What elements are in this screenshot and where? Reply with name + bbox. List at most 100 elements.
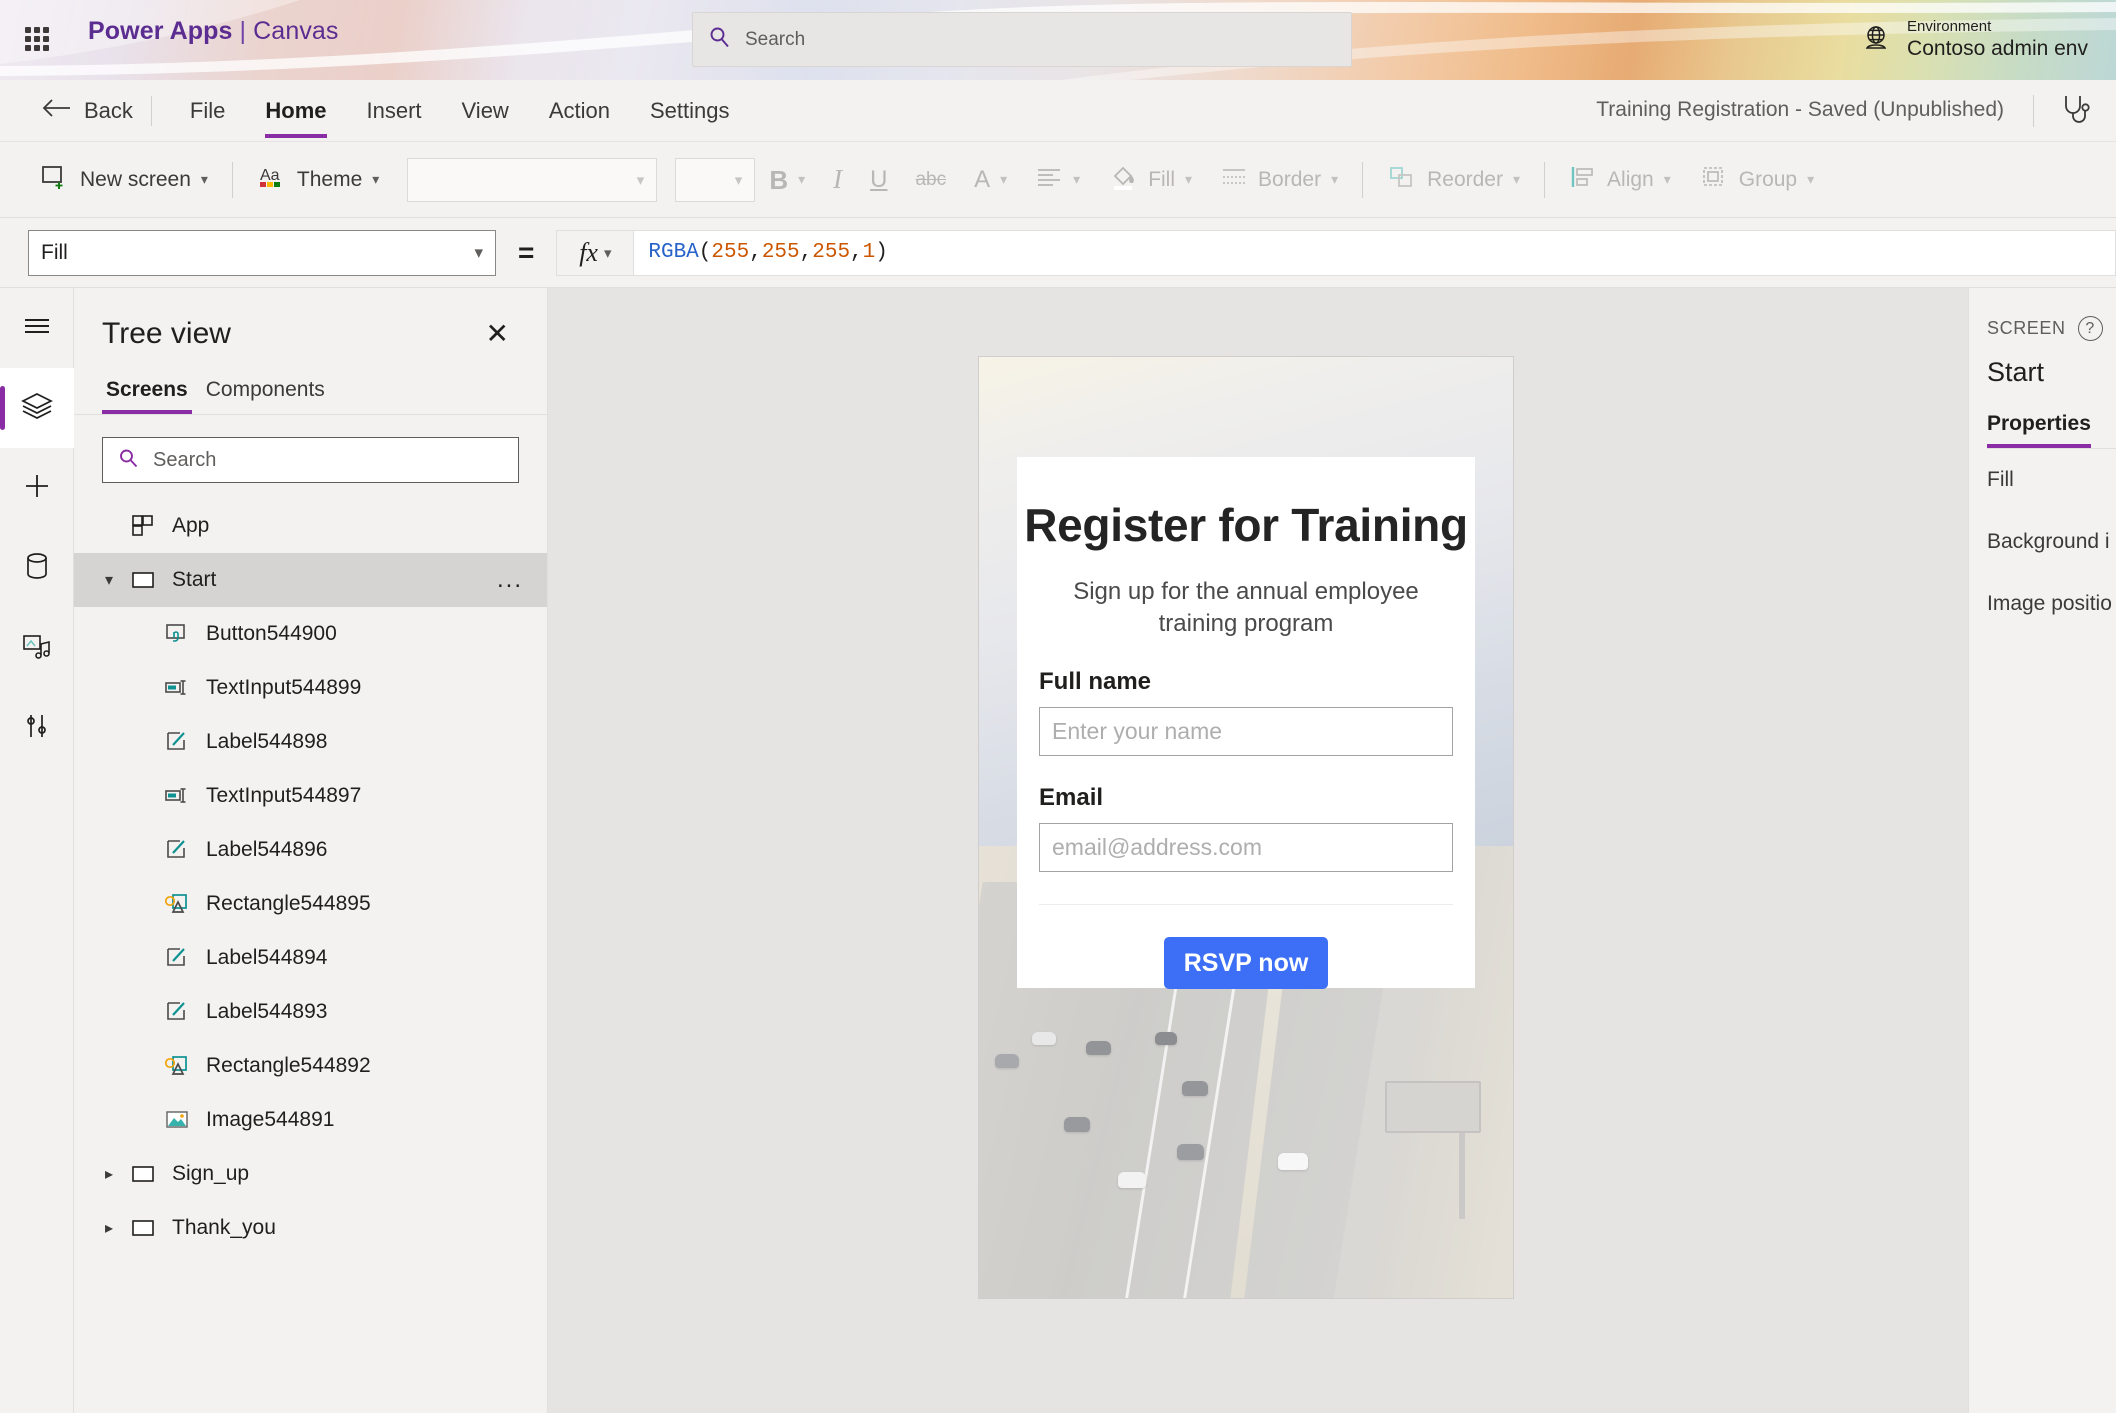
rail-item-media[interactable] xyxy=(0,608,74,688)
rail-item-insert[interactable] xyxy=(0,448,74,528)
app-launcher-icon[interactable] xyxy=(18,20,56,58)
tree-node-rectangle544892[interactable]: Rectangle544892 xyxy=(74,1039,547,1093)
group-button[interactable]: Group ▾ xyxy=(1685,154,1828,206)
brand-title[interactable]: Power Apps | Canvas xyxy=(88,17,339,46)
full-name-field[interactable] xyxy=(1039,707,1453,757)
tab-screens[interactable]: Screens xyxy=(102,374,192,414)
email-field[interactable] xyxy=(1039,823,1453,873)
menu-item-action[interactable]: Action xyxy=(533,92,626,130)
formula-arg-alpha: 1 xyxy=(862,241,876,264)
close-icon[interactable]: ✕ xyxy=(478,316,517,352)
tree-node-button544900[interactable]: Button544900 xyxy=(74,607,547,661)
bold-button[interactable]: B ▾ xyxy=(755,154,819,206)
chevron-down-icon[interactable]: ▾ xyxy=(92,570,126,590)
chevron-down-icon: ▾ xyxy=(798,171,806,187)
border-icon xyxy=(1220,166,1248,193)
menu-item-file[interactable]: File xyxy=(174,92,241,130)
font-family-select[interactable]: ▾ xyxy=(407,157,658,202)
email-input[interactable] xyxy=(1052,834,1440,862)
property-select[interactable]: Fill ▾ xyxy=(28,229,496,276)
tree-node-image544891[interactable]: Image544891 xyxy=(74,1093,547,1147)
registration-card: Register for Training Sign up for the an… xyxy=(1017,457,1475,990)
text-input-control-icon xyxy=(160,675,194,701)
shape-rectangle-icon xyxy=(160,891,194,917)
rail-item-variables[interactable] xyxy=(0,688,74,768)
waffle-dot xyxy=(34,36,40,42)
tree-node-label: TextInput544899 xyxy=(206,676,362,699)
tab-components[interactable]: Components xyxy=(202,374,329,414)
equals-sign: = xyxy=(518,236,535,268)
reorder-icon xyxy=(1387,164,1417,195)
font-color-button[interactable]: A ▾ xyxy=(960,154,1021,206)
formula-separator: , xyxy=(799,241,813,264)
formula-input[interactable]: RGBA(255, 255, 255, 1) xyxy=(634,229,2116,276)
environment-selector[interactable]: Environment Contoso admin env xyxy=(1849,10,2098,70)
fx-expand-button[interactable]: fx ▾ xyxy=(556,229,635,276)
chevron-right-icon[interactable]: ▸ xyxy=(92,1218,126,1238)
tree-search-input[interactable] xyxy=(153,448,504,472)
tree-node-label544896[interactable]: Label544896 xyxy=(74,823,547,877)
menu-item-home[interactable]: Home xyxy=(249,92,342,138)
rail-item-menu-hamburger[interactable] xyxy=(0,288,74,368)
tab-properties[interactable]: Properties xyxy=(1987,412,2091,448)
reorder-button[interactable]: Reorder ▾ xyxy=(1373,154,1534,206)
chevron-down-icon: ▾ xyxy=(200,171,208,187)
database-cylinder-icon xyxy=(22,550,52,587)
app-canvas-area: Register for Training Sign up for the an… xyxy=(548,288,1968,1413)
tree-node-label544898[interactable]: Label544898 xyxy=(74,715,547,769)
tree-node-textinput544899[interactable]: TextInput544899 xyxy=(74,661,547,715)
font-size-select[interactable]: ▾ xyxy=(675,157,756,202)
property-row-image-position[interactable]: Image positio xyxy=(1987,573,2116,635)
rail-item-data[interactable] xyxy=(0,528,74,608)
strikethrough-button[interactable]: abc xyxy=(901,154,960,206)
tree-search-box[interactable] xyxy=(102,437,519,483)
global-search-input[interactable] xyxy=(745,28,1337,51)
theme-button[interactable]: Aa Theme ▾ xyxy=(243,154,393,206)
align-objects-button[interactable]: Align ▾ xyxy=(1555,154,1685,206)
align-objects-icon xyxy=(1569,164,1597,195)
tree-node-label: Image544891 xyxy=(206,1108,335,1131)
waffle-dot xyxy=(34,45,40,51)
back-button[interactable]: Back xyxy=(42,97,133,125)
rail-item-tree-view[interactable] xyxy=(0,368,74,448)
full-name-input[interactable] xyxy=(1052,718,1440,746)
italic-button[interactable]: I xyxy=(819,154,856,206)
border-button[interactable]: Border ▾ xyxy=(1206,154,1352,206)
tree-node-label544893[interactable]: Label544893 xyxy=(74,985,547,1039)
new-screen-button[interactable]: New screen ▾ xyxy=(26,154,222,206)
formula-function-name: RGBA xyxy=(648,241,699,264)
property-row-fill[interactable]: Fill xyxy=(1987,449,2116,511)
menu-item-insert[interactable]: Insert xyxy=(351,92,438,130)
fill-button[interactable]: Fill ▾ xyxy=(1094,154,1206,206)
rsvp-now-button[interactable]: RSVP now xyxy=(1164,937,1328,990)
tree-view-title: Tree view xyxy=(102,317,231,350)
underline-button[interactable]: U xyxy=(856,154,901,206)
tree-node-app[interactable]: App xyxy=(74,499,547,553)
chevron-down-icon: ▾ xyxy=(1807,171,1815,187)
tree-node-textinput544897[interactable]: TextInput544897 xyxy=(74,769,547,823)
property-row-background-image[interactable]: Background i xyxy=(1987,511,2116,573)
help-question-icon[interactable]: ? xyxy=(2077,316,2103,341)
screen-preview-start[interactable]: Register for Training Sign up for the an… xyxy=(979,357,1513,1298)
chevron-right-icon[interactable]: ▸ xyxy=(92,1164,126,1184)
ribbon-divider xyxy=(1544,161,1546,198)
tree-node-rectangle544895[interactable]: Rectangle544895 xyxy=(74,877,547,931)
tree-node-label544894[interactable]: Label544894 xyxy=(74,931,547,985)
tree-node-thank-you[interactable]: ▸ Thank_you xyxy=(74,1201,547,1255)
global-search-box[interactable] xyxy=(692,12,1352,67)
tree-node-label: Thank_you xyxy=(172,1216,276,1239)
chevron-down-icon: ▾ xyxy=(734,171,743,189)
property-select-value: Fill xyxy=(41,240,68,264)
tree-node-start[interactable]: ▾ Start ... xyxy=(74,553,547,607)
text-align-button[interactable]: ▾ xyxy=(1021,154,1094,206)
text-input-control-icon xyxy=(160,783,194,809)
menu-item-view[interactable]: View xyxy=(446,92,525,130)
chevron-down-icon: ▾ xyxy=(1331,171,1339,187)
app-checker-stethoscope-icon[interactable] xyxy=(2056,92,2094,133)
chevron-down-icon: ▾ xyxy=(1073,171,1081,187)
tree-node-label: Sign_up xyxy=(172,1162,250,1185)
tree-node-overflow-menu[interactable]: ... xyxy=(497,566,523,594)
tree-node-sign-up[interactable]: ▸ Sign_up xyxy=(74,1147,547,1201)
menu-item-settings[interactable]: Settings xyxy=(634,92,746,130)
product-name: Power Apps xyxy=(88,17,233,45)
